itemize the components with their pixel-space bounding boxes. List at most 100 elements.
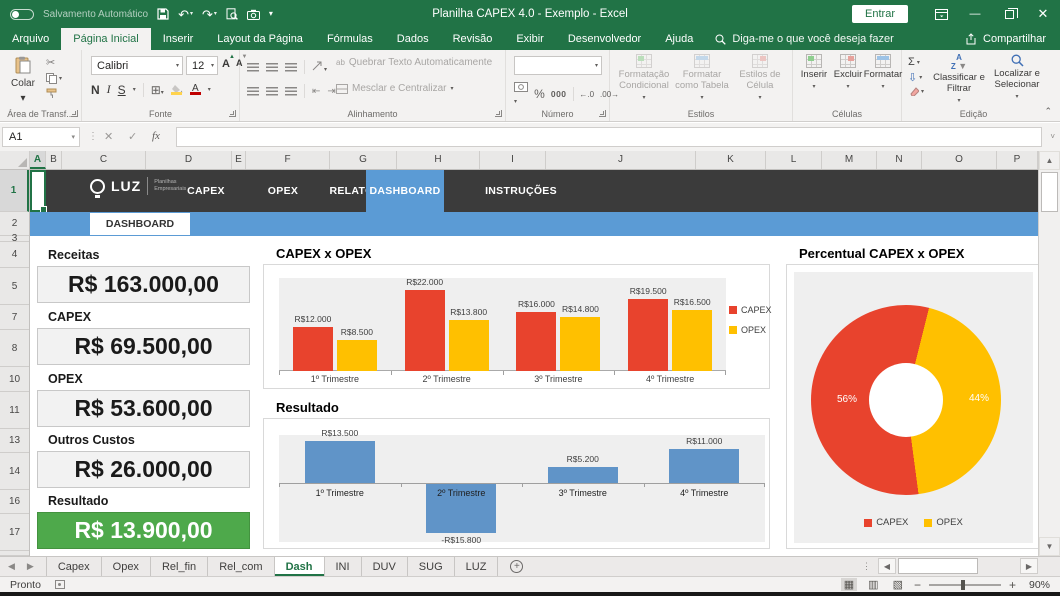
select-all-corner[interactable] (0, 151, 30, 169)
collapse-ribbon-icon[interactable]: ⌃ (1044, 106, 1052, 117)
scroll-up-icon[interactable]: ▲ (1039, 151, 1060, 170)
column-header-B[interactable]: B (46, 151, 62, 169)
column-header-L[interactable]: L (766, 151, 822, 169)
row-header-14[interactable]: 14 (0, 453, 29, 490)
sheet-tab-capex[interactable]: Capex (46, 557, 102, 576)
ribbon-display-options-icon[interactable] (924, 0, 958, 28)
alignment-dialog-launcher-icon[interactable] (495, 110, 502, 117)
borders-button[interactable]: ⊞▾ (151, 83, 164, 97)
grow-font-button[interactable]: A▲ (222, 58, 230, 70)
nav-item-capex[interactable]: CAPEX (176, 170, 236, 212)
hscroll-splitter[interactable]: ⋮ (862, 561, 871, 572)
column-header-O[interactable]: O (922, 151, 997, 169)
format-cells-button[interactable]: Formatar▾ (865, 54, 901, 90)
align-middle-icon[interactable] (266, 63, 278, 72)
row-header-5[interactable]: 5 (0, 268, 29, 305)
cell-styles-button[interactable]: Estilos de Célula▾ (732, 54, 788, 101)
column-header-F[interactable]: F (246, 151, 330, 169)
page-break-view-button[interactable]: ▧ (890, 578, 906, 591)
restore-button[interactable] (992, 0, 1026, 28)
camera-icon[interactable] (247, 9, 260, 20)
underline-caret-icon[interactable]: ▾ (133, 86, 136, 93)
autosum-button[interactable]: Σ▾ (908, 56, 924, 68)
new-sheet-button[interactable]: + (498, 557, 535, 576)
close-button[interactable]: ✕ (1026, 0, 1060, 28)
name-box[interactable]: A1▾ (2, 127, 80, 147)
column-header-E[interactable]: E (232, 151, 246, 169)
bold-button[interactable]: N (91, 83, 100, 97)
sheet-tab-rel_fin[interactable]: Rel_fin (151, 557, 208, 576)
prev-sheet-icon[interactable]: ◀ (8, 561, 15, 572)
next-sheet-icon[interactable]: ▶ (27, 561, 34, 572)
row-header-17[interactable]: 17 (0, 514, 29, 551)
column-header-A[interactable]: A (30, 151, 46, 169)
menu-tab-layout-da-página[interactable]: Layout da Página (205, 28, 315, 50)
find-select-button[interactable]: Localizar e Selecionar▾ (990, 54, 1044, 100)
sign-in-button[interactable]: Entrar (852, 5, 908, 23)
redo-caret-icon[interactable]: ▾ (214, 11, 217, 17)
menu-tab-arquivo[interactable]: Arquivo (0, 28, 61, 50)
align-right-icon[interactable] (285, 87, 297, 96)
increase-decimal-button[interactable]: ←.0 (579, 90, 594, 99)
cancel-formula-icon[interactable]: ✕ (104, 130, 113, 143)
column-header-P[interactable]: P (997, 151, 1038, 169)
row-header-4[interactable]: 4 (0, 242, 29, 268)
vertical-scroll-thumb[interactable] (1041, 172, 1058, 212)
row-header-7[interactable]: 7 (0, 305, 29, 330)
decrease-indent-icon[interactable]: ⇤ (312, 86, 320, 97)
increase-indent-icon[interactable]: ⇥ (327, 86, 335, 97)
number-format-select[interactable]: ▾ (514, 56, 602, 75)
hscroll-right-icon[interactable]: ▶ (1020, 558, 1038, 574)
nav-item-instruções[interactable]: INSTRUÇÕES (483, 170, 559, 212)
copy-button[interactable]: ▾ (46, 73, 62, 84)
autosave-toggle[interactable] (10, 9, 34, 20)
format-painter-button[interactable] (46, 88, 57, 99)
sheet-tab-rel_com[interactable]: Rel_com (208, 557, 274, 576)
capex-opex-chart[interactable]: R$12.000R$8.5001º TrimestreR$22.000R$13.… (263, 264, 770, 389)
zoom-slider[interactable] (929, 584, 1001, 586)
align-bottom-icon[interactable] (285, 63, 297, 72)
fill-color-button[interactable] (171, 85, 183, 95)
font-size-select[interactable]: 12▾ (186, 56, 218, 75)
font-color-button[interactable]: A (190, 84, 201, 95)
row-header-10[interactable]: 10 (0, 367, 29, 392)
align-top-icon[interactable] (247, 63, 259, 72)
namebox-splitter[interactable]: ⋮ (88, 131, 99, 142)
vertical-scrollbar[interactable]: ▲ ▼ (1038, 151, 1060, 556)
sort-filter-button[interactable]: AZ ▼ Classificar e Filtrar▾ (930, 54, 988, 104)
undo-button[interactable]: ↶▾ (178, 8, 193, 21)
zoom-in-button[interactable]: + (1009, 578, 1016, 592)
number-dialog-launcher-icon[interactable] (599, 110, 606, 117)
normal-view-button[interactable]: ▦ (841, 578, 857, 591)
column-header-H[interactable]: H (397, 151, 480, 169)
sheet-tab-luz[interactable]: LUZ (455, 557, 499, 576)
minimize-button[interactable]: — (958, 0, 992, 28)
sheet-tab-dash[interactable]: Dash (275, 557, 325, 576)
row-header-8[interactable]: 8 (0, 330, 29, 367)
menu-tab-desenvolvedor[interactable]: Desenvolvedor (556, 28, 653, 50)
column-header-J[interactable]: J (546, 151, 696, 169)
format-as-table-button[interactable]: Formatar como Tabela▾ (674, 54, 730, 101)
undo-caret-icon[interactable]: ▾ (190, 11, 193, 17)
active-cell-selection[interactable] (30, 170, 46, 212)
sheet-tab-sug[interactable]: SUG (408, 557, 455, 576)
clipboard-dialog-launcher-icon[interactable] (71, 110, 78, 117)
menu-tab-página-inicial[interactable]: Página Inicial (61, 28, 150, 50)
redo-button[interactable]: ↷▾ (202, 8, 217, 21)
cut-button[interactable]: ✂ (46, 56, 55, 69)
hscroll-left-icon[interactable]: ◀ (878, 558, 896, 574)
formula-input[interactable] (176, 127, 1042, 147)
customize-qat-icon[interactable]: ▾ (269, 10, 273, 18)
print-preview-icon[interactable] (226, 8, 238, 20)
align-center-icon[interactable] (266, 87, 278, 96)
nav-item-opex[interactable]: OPEX (253, 170, 313, 212)
tell-me-search[interactable]: Diga-me o que você deseja fazer (705, 28, 903, 50)
resultado-chart[interactable]: R$13.5001º Trimestre-R$15.8002º Trimestr… (263, 418, 770, 549)
font-dialog-launcher-icon[interactable] (229, 110, 236, 117)
insert-cells-button[interactable]: Inserir▾ (797, 54, 831, 90)
menu-tab-fórmulas[interactable]: Fórmulas (315, 28, 385, 50)
row-header-16[interactable]: 16 (0, 490, 29, 514)
merge-center-button[interactable]: Mesclar e Centralizar ▾ (336, 83, 454, 94)
horizontal-scroll-thumb[interactable] (898, 558, 978, 574)
accounting-format-button[interactable]: ▾ (514, 82, 528, 106)
